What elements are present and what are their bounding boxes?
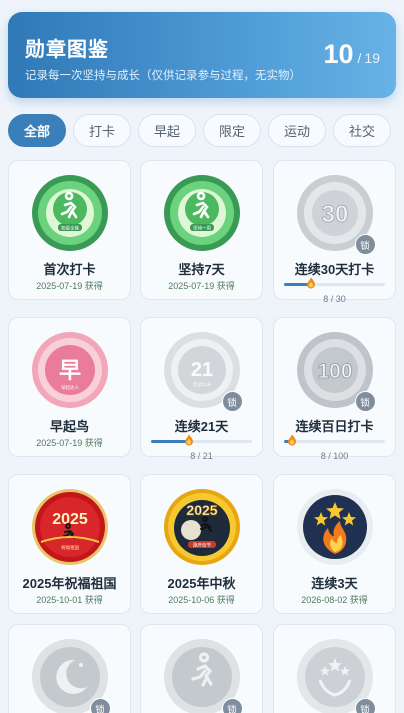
medal-100-days: 100 锁 [296,331,376,412]
progress-bar [284,277,385,291]
lock-icon: 锁 [354,234,376,255]
badge-name: 2025年中秋 [167,576,236,591]
lock-icon: 锁 [354,391,376,412]
badge-count: 10 / 19 [323,39,380,70]
medal-3-days [296,488,374,566]
badge-name: 连续21天 [174,419,229,434]
progress-bar [284,434,385,448]
tab-early[interactable]: 早起 [138,114,196,147]
svg-text:祝福祖国: 祝福祖国 [61,544,79,551]
badge-card[interactable]: 100 锁 连续百日打卡 8 / 100 [273,317,396,461]
flame-icon [306,277,315,289]
medal-mid-autumn-2025: 2025 跑庆佳节 [163,488,241,566]
svg-text:跑庆佳节: 跑庆佳节 [193,542,211,549]
badge-card[interactable]: 锁 [273,624,396,713]
progress-text: 8 / 30 [323,294,346,304]
unlocked-count: 10 [323,39,354,69]
flame-icon [185,434,194,446]
page-subtitle: 记录每一次坚持与成长（仅供记录参与过程，无实物） [25,70,301,82]
progress-bar [151,434,252,448]
badge-card[interactable]: 21 连续21天 锁 连续21天 8 / 21 [140,317,263,461]
tab-sports[interactable]: 运动 [268,114,326,147]
page-title: 勋章图鉴 [25,39,109,61]
lock-icon: 锁 [354,698,376,713]
badge-name: 首次打卡 [43,262,96,277]
tab-limited[interactable]: 限定 [203,114,261,147]
runner-icon: 初级全能 [31,175,108,251]
badge-card[interactable]: 连续3天 2026-08-02 获得 [273,474,396,614]
badge-name: 2025年祝福祖国 [22,576,117,591]
svg-text:100: 100 [317,360,352,383]
badge-card[interactable]: 坚持一周 坚持7天 2025-07-19 获得 [140,160,263,300]
svg-text:连续21天: 连续21天 [192,381,211,388]
tab-all[interactable]: 全部 [8,114,66,147]
badge-name: 早起鸟 [49,419,89,434]
svg-text:早起达人: 早起达人 [61,384,79,391]
runner-moon-icon: 2025 跑庆佳节 [163,489,240,565]
flame-icon [288,434,297,446]
badge-date: 2025-10-06 获得 [168,595,235,605]
badge-card[interactable]: 锁 [140,624,263,713]
medal-first-checkin: 初级全能 [31,174,109,252]
medal-locked: 锁 [163,638,243,713]
medal-national-day-2025: 2025 祝福祖国 [31,488,109,566]
lock-icon: 锁 [89,698,111,713]
medal-locked: 锁 [31,638,111,713]
badge-card[interactable]: 锁 [8,624,131,713]
header-banner: 勋章图鉴 记录每一次坚持与成长（仅供记录参与过程，无实物） 10 / 19 [8,12,396,98]
runner-icon: 坚持一周 [163,175,240,251]
badge-name: 连续百日打卡 [295,419,374,434]
medal-locked: 锁 [296,638,376,713]
progress-text: 8 / 21 [190,451,213,461]
badge-date: 2025-10-01 获得 [36,595,103,605]
svg-text:早: 早 [58,358,80,383]
badge-date: 2025-07-19 获得 [168,281,235,291]
svg-text:2025: 2025 [186,502,217,518]
count-separator: / [357,50,362,66]
badge-name: 连续3天 [311,576,358,591]
category-tabs: 全部 打卡 早起 限定 运动 社交 [8,114,404,148]
badge-card[interactable]: 30 锁 连续30天打卡 8 / 30 [273,160,396,304]
lock-icon: 锁 [221,391,243,412]
badge-date: 2025-07-19 获得 [36,281,103,291]
badge-date: 2026-08-02 获得 [301,595,368,605]
badge-card[interactable]: 2025 祝福祖国 2025年祝福祖国 2025-10-01 获得 [8,474,131,614]
tab-social[interactable]: 社交 [333,114,391,147]
badge-name: 坚持7天 [178,262,225,277]
medal-early-bird: 早 早起达人 [31,331,109,409]
total-count: 19 [364,50,380,66]
tab-checkin[interactable]: 打卡 [73,114,131,147]
medal-30-days: 30 锁 [296,174,376,255]
badge-name: 连续30天打卡 [294,262,375,277]
svg-text:21: 21 [190,359,212,381]
badge-date: 2025-07-19 获得 [36,438,103,448]
badge-card[interactable]: 初级全能 首次打卡 2025-07-19 获得 [8,160,131,300]
medal-7-days: 坚持一周 [163,174,241,252]
svg-text:初级全能: 初级全能 [61,225,79,232]
badge-card[interactable]: 早 早起达人 早起鸟 2025-07-19 获得 [8,317,131,457]
runner-icon: 2025 祝福祖国 [31,489,108,565]
medal-21-days: 21 连续21天 锁 [163,331,243,412]
stars-flame-icon [296,489,373,565]
progress-text: 8 / 100 [320,451,349,461]
svg-text:坚持一周: 坚持一周 [193,225,211,232]
lock-icon: 锁 [221,698,243,713]
badge-card[interactable]: 2025 跑庆佳节 2025年中秋 2025-10-06 获得 [140,474,263,614]
svg-text:30: 30 [321,201,348,228]
